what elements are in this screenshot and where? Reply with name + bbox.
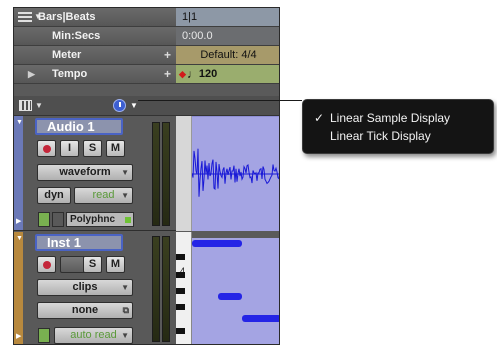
audio-waveform: [191, 148, 279, 197]
ruler-value-text: Default: 4/4: [200, 49, 257, 61]
ruler-meter[interactable]: Meter +: [14, 46, 176, 65]
caret-down-icon[interactable]: ▼: [35, 101, 43, 110]
ruler-tempo[interactable]: ▶ Tempo +: [14, 65, 176, 84]
piano-key[interactable]: [176, 328, 185, 334]
ruler-label: Bars|Beats: [38, 11, 96, 23]
expand-triangle-icon[interactable]: ▼: [16, 235, 23, 242]
automation-mode-selector[interactable]: auto read ▼: [54, 327, 133, 344]
edit-window: ▼ Bars|Beats 1|1 Min:Secs 0:00.0 Meter +…: [13, 7, 280, 345]
ruler-value-bars-beats[interactable]: 1|1: [176, 8, 279, 27]
mute-button[interactable]: M: [106, 256, 125, 273]
dropdown-icon: ▼: [121, 331, 129, 340]
ruler-value-meter[interactable]: Default: 4/4: [176, 46, 279, 65]
automation-mode-label: read: [92, 189, 115, 201]
piano-key[interactable]: [176, 304, 185, 310]
ruler-value-text: 120: [198, 68, 218, 80]
octave-label: 4: [180, 266, 186, 276]
ruler-label: Meter: [52, 49, 82, 61]
expand-triangle-icon[interactable]: ▼: [16, 119, 23, 126]
mute-button[interactable]: M: [106, 140, 125, 157]
timebase-clock-icon[interactable]: [113, 99, 126, 112]
ruler-label: Min:Secs: [52, 30, 101, 42]
solo-button[interactable]: S: [83, 256, 102, 273]
column-view-icon[interactable]: [19, 100, 32, 111]
automation-mode-label: auto read: [70, 329, 117, 341]
track-timebase-icon[interactable]: [38, 328, 50, 343]
menu-item-linear-sample-display[interactable]: ✓ Linear Sample Display: [303, 110, 493, 127]
input-monitor-button[interactable]: I: [60, 140, 79, 157]
add-meter-icon[interactable]: +: [164, 48, 171, 62]
midi-note[interactable]: [218, 293, 242, 300]
midi-note[interactable]: [242, 315, 279, 322]
level-meter-right: [162, 236, 170, 342]
checkmark-icon: ✓: [314, 111, 325, 125]
midi-note[interactable]: [192, 240, 242, 247]
audio-track-header: ▼ ▶ Audio 1 I S M waveform ▼ dyn read ▼: [14, 116, 176, 231]
dropdown-icon: ▼: [121, 191, 129, 200]
track-view-strip: ▼ ▼: [14, 96, 279, 116]
automation-view-selector[interactable]: dyn: [37, 187, 71, 204]
menu-item-label: Linear Sample Display: [330, 111, 451, 125]
automation-view-selector[interactable]: none ⧉: [37, 302, 133, 319]
track-color-strip[interactable]: ▼ ▶: [14, 232, 23, 344]
track-name[interactable]: Inst 1: [35, 234, 123, 251]
piano-key[interactable]: [176, 254, 185, 260]
add-tempo-icon[interactable]: +: [164, 67, 171, 81]
ruler-value-text: 1|1: [182, 11, 198, 23]
plugin-insert[interactable]: Polyphnc: [66, 212, 134, 227]
audio-playlist[interactable]: [191, 116, 279, 231]
automation-view-label: dyn: [44, 189, 64, 201]
expand-triangle-icon[interactable]: ▶: [16, 217, 21, 225]
piano-key[interactable]: [176, 288, 185, 294]
tempo-marker-icon: ◆: [179, 68, 186, 79]
track-color-strip[interactable]: ▼ ▶: [14, 116, 23, 230]
plugin-name: Polyphnc: [70, 214, 116, 225]
link-icon[interactable]: [52, 212, 64, 227]
level-meter-left: [152, 236, 160, 342]
timebase-popup-menu: ✓ Linear Sample Display Linear Tick Disp…: [302, 99, 494, 154]
track-view-label: waveform: [59, 166, 111, 178]
quarter-note-icon: ♩: [186, 67, 199, 81]
ruler-value-min-secs[interactable]: 0:00.0: [176, 27, 279, 46]
ruler-value-text: 0:00.0: [182, 30, 213, 42]
ruler-min-secs[interactable]: Min:Secs: [14, 27, 176, 46]
app-root: ▼ Bars|Beats 1|1 Min:Secs 0:00.0 Meter +…: [0, 0, 497, 348]
plugin-status-dot: [125, 217, 131, 223]
instrument-track-header: ▼ ▶ Inst 1 S M clips ▼ none ⧉ auto read …: [14, 232, 176, 344]
timebase-selector-caret-icon[interactable]: ▼: [130, 101, 138, 110]
amplitude-ruler: [176, 116, 192, 231]
track-name[interactable]: Audio 1: [35, 118, 123, 135]
record-enable-button[interactable]: [37, 256, 56, 273]
dropdown-icon: ▼: [121, 168, 129, 177]
track-view-label: clips: [72, 281, 98, 293]
level-meter-left: [152, 122, 160, 226]
ruler-menu-icon[interactable]: [18, 12, 32, 22]
track-view-selector[interactable]: waveform ▼: [37, 164, 133, 181]
automation-view-label: none: [71, 304, 99, 316]
ruler-label: Tempo: [52, 68, 88, 80]
track-timebase-icon[interactable]: [38, 212, 50, 227]
callout-line: [138, 100, 302, 101]
track-view-selector[interactable]: clips ▼: [37, 279, 133, 296]
level-meter-right: [162, 122, 170, 226]
track-divider: [192, 231, 279, 238]
expand-triangle-icon[interactable]: ▶: [16, 332, 21, 340]
automation-mode-selector[interactable]: read ▼: [74, 187, 133, 204]
menu-item-linear-tick-display[interactable]: Linear Tick Display: [303, 128, 493, 145]
menu-item-label: Linear Tick Display: [330, 129, 431, 143]
record-enable-button[interactable]: [37, 140, 56, 157]
dropdown-icon: ▼: [121, 283, 129, 292]
solo-button[interactable]: S: [83, 140, 102, 157]
expand-triangle-icon[interactable]: ▶: [28, 69, 35, 80]
ruler-bars-beats[interactable]: ▼ Bars|Beats: [14, 8, 176, 27]
ruler-value-tempo[interactable]: ◆ ♩ 120: [176, 65, 279, 84]
playlist-icon: ⧉: [122, 305, 129, 315]
midi-playlist[interactable]: [192, 238, 279, 344]
mini-keyboard[interactable]: [176, 232, 192, 344]
